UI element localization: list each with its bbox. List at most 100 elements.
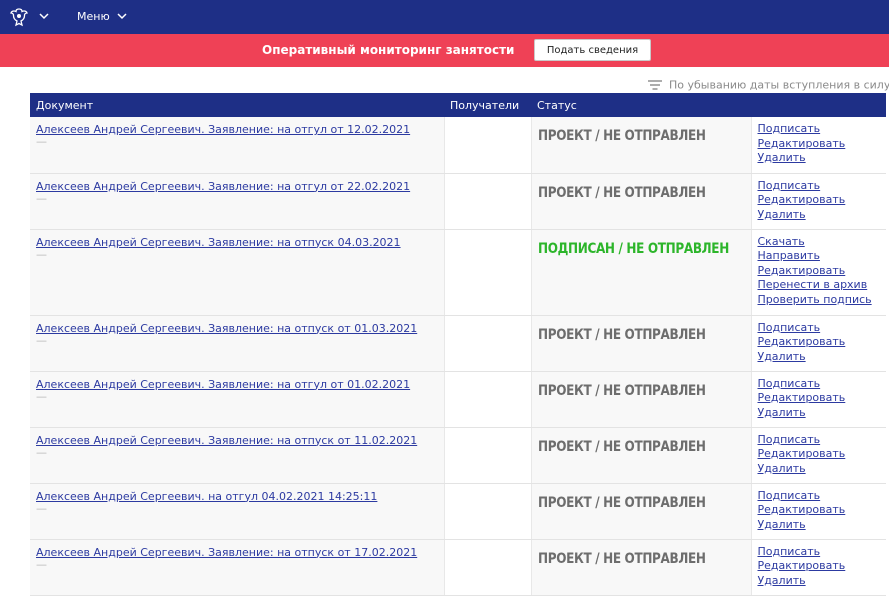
- document-link[interactable]: Алексеев Андрей Сергеевич. Заявление: на…: [36, 180, 444, 193]
- document-cell: Алексеев Андрей Сергеевич. Заявление: на…: [30, 371, 445, 428]
- action-link[interactable]: Скачать: [758, 235, 887, 250]
- action-link[interactable]: Подписать: [758, 545, 887, 560]
- document-subtitle: —: [36, 191, 47, 205]
- column-header-document: Документ: [30, 93, 444, 117]
- document-subtitle: —: [36, 445, 47, 459]
- action-link[interactable]: Подписать: [758, 377, 887, 392]
- action-link[interactable]: Подписать: [758, 433, 887, 448]
- status-badge: ПРОЕКТ / НЕ ОТПРАВЛЕН: [537, 494, 706, 511]
- table-row: Алексеев Андрей Сергеевич. Заявление: на…: [30, 371, 887, 428]
- recipients-cell: [444, 315, 532, 372]
- status-cell: ПРОЕКТ / НЕ ОТПРАВЛЕН: [531, 371, 752, 428]
- status-cell: ПРОЕКТ / НЕ ОТПРАВЛЕН: [531, 483, 752, 540]
- document-link[interactable]: Алексеев Андрей Сергеевич. Заявление: на…: [36, 236, 444, 249]
- document-link[interactable]: Алексеев Андрей Сергеевич. Заявление: на…: [36, 546, 444, 559]
- action-link[interactable]: Удалить: [758, 406, 887, 421]
- actions-cell: Скачать Направить Редактировать Перенести в…: [751, 229, 887, 316]
- actions-cell: Подписать Редактировать Удалить: [751, 117, 887, 174]
- recipients-cell: [444, 173, 532, 230]
- action-link[interactable]: Редактировать: [758, 193, 887, 208]
- document-cell: Алексеев Андрей Сергеевич. Заявление: на…: [30, 315, 445, 372]
- action-link[interactable]: Направить: [758, 249, 887, 264]
- document-cell: Алексеев Андрей Сергеевич. Заявление: на…: [30, 539, 445, 596]
- status-cell: ПРОЕКТ / НЕ ОТПРАВЛЕН: [531, 315, 752, 372]
- action-link[interactable]: Удалить: [758, 574, 887, 589]
- actions-cell: Подписать Редактировать Удалить: [751, 483, 887, 540]
- sort-control[interactable]: По убыванию даты вступления в силу: [648, 78, 889, 92]
- action-link[interactable]: Редактировать: [758, 264, 887, 279]
- column-header-recipients: Получатели: [444, 93, 531, 117]
- document-subtitle: —: [36, 247, 47, 261]
- recipients-cell: [444, 229, 532, 316]
- sort-label[interactable]: По убыванию даты вступления в силу: [669, 79, 889, 92]
- document-cell: Алексеев Андрей Сергеевич. Заявление: на…: [30, 173, 445, 230]
- action-link[interactable]: Подписать: [758, 122, 887, 137]
- document-link[interactable]: Алексеев Андрей Сергеевич. Заявление: на…: [36, 434, 444, 447]
- document-link[interactable]: Алексеев Андрей Сергеевич. на отгул 04.0…: [36, 490, 444, 503]
- action-link[interactable]: Удалить: [758, 462, 887, 477]
- recipients-cell: [444, 483, 532, 540]
- table-row: Алексеев Андрей Сергеевич. Заявление: на…: [30, 427, 887, 484]
- action-link[interactable]: Подписать: [758, 489, 887, 504]
- action-link[interactable]: Удалить: [758, 518, 887, 533]
- status-badge: ПРОЕКТ / НЕ ОТПРАВЛЕН: [537, 438, 706, 455]
- actions-cell: Подписать Редактировать Удалить: [751, 315, 887, 372]
- action-link[interactable]: Перенести в архив: [758, 278, 887, 293]
- actions-cell: Подписать Редактировать Удалить: [751, 539, 887, 596]
- document-link[interactable]: Алексеев Андрей Сергеевич. Заявление: на…: [36, 378, 444, 391]
- document-link[interactable]: Алексеев Андрей Сергеевич. Заявление: на…: [36, 123, 444, 136]
- actions-cell: Подписать Редактировать Удалить: [751, 371, 887, 428]
- action-link[interactable]: Редактировать: [758, 137, 887, 152]
- document-subtitle: —: [36, 557, 47, 571]
- banner-title: Оперативный мониторинг занятости: [262, 43, 515, 57]
- table-row: Алексеев Андрей Сергеевич. Заявление: на…: [30, 117, 887, 174]
- action-link[interactable]: Редактировать: [758, 447, 887, 462]
- submit-info-button[interactable]: Подать сведения: [534, 39, 651, 61]
- status-cell: ПРОЕКТ / НЕ ОТПРАВЛЕН: [531, 427, 752, 484]
- status-cell: ПРОЕКТ / НЕ ОТПРАВЛЕН: [531, 173, 752, 230]
- action-link[interactable]: Удалить: [758, 350, 887, 365]
- status-badge: ПРОЕКТ / НЕ ОТПРАВЛЕН: [537, 184, 706, 201]
- document-cell: Алексеев Андрей Сергеевич. Заявление: на…: [30, 229, 445, 316]
- documents-table: Документ Получатели Статус Алексеев Андр…: [30, 93, 886, 596]
- action-link[interactable]: Подписать: [758, 179, 887, 194]
- recipients-cell: [444, 371, 532, 428]
- column-header-actions: [751, 93, 886, 117]
- action-link[interactable]: Удалить: [758, 208, 887, 223]
- status-badge: ПРОЕКТ / НЕ ОТПРАВЛЕН: [537, 128, 706, 144]
- menu-chevron-down-icon[interactable]: [117, 12, 127, 20]
- action-link[interactable]: Подписать: [758, 321, 887, 336]
- document-subtitle: —: [36, 389, 47, 403]
- document-link[interactable]: Алексеев Андрей Сергеевич. Заявление: на…: [36, 322, 444, 335]
- column-header-status: Статус: [531, 93, 751, 117]
- table-row: Алексеев Андрей Сергеевич. Заявление: на…: [30, 539, 887, 596]
- table-body: Алексеев Андрей Сергеевич. Заявление: на…: [30, 117, 887, 596]
- menu-label[interactable]: Меню: [77, 10, 110, 23]
- monitoring-banner: Оперативный мониторинг занятости Подать …: [0, 34, 889, 67]
- action-link[interactable]: Проверить подпись: [758, 293, 887, 308]
- status-cell: ПРОЕКТ / НЕ ОТПРАВЛЕН: [531, 117, 752, 174]
- status-cell: ПРОЕКТ / НЕ ОТПРАВЛЕН: [531, 539, 752, 596]
- sort-icon: [648, 80, 662, 90]
- document-cell: Алексеев Андрей Сергеевич. Заявление: на…: [30, 117, 445, 174]
- action-link[interactable]: Удалить: [758, 151, 887, 166]
- actions-cell: Подписать Редактировать Удалить: [751, 427, 887, 484]
- chevron-down-icon[interactable]: [39, 12, 49, 20]
- status-badge: ПОДПИСАН / НЕ ОТПРАВЛЕН: [537, 240, 729, 257]
- status-badge: ПРОЕКТ / НЕ ОТПРАВЛЕН: [537, 550, 706, 567]
- document-subtitle: —: [36, 333, 47, 347]
- action-link[interactable]: Редактировать: [758, 335, 887, 350]
- action-link[interactable]: Редактировать: [758, 391, 887, 406]
- document-cell: Алексеев Андрей Сергеевич. Заявление: на…: [30, 427, 445, 484]
- document-subtitle: —: [36, 135, 47, 148]
- table-row: Алексеев Андрей Сергеевич. Заявление: на…: [30, 173, 887, 230]
- top-navigation-bar: Меню: [0, 0, 889, 34]
- table-row: Алексеев Андрей Сергеевич. Заявление: на…: [30, 229, 887, 316]
- document-subtitle: —: [36, 501, 47, 515]
- actions-cell: Подписать Редактировать Удалить: [751, 173, 887, 230]
- action-link[interactable]: Редактировать: [758, 559, 887, 574]
- document-cell: Алексеев Андрей Сергеевич. на отгул 04.0…: [30, 483, 445, 540]
- action-link[interactable]: Редактировать: [758, 503, 887, 518]
- coat-of-arms-icon[interactable]: [8, 6, 30, 28]
- recipients-cell: [444, 117, 532, 174]
